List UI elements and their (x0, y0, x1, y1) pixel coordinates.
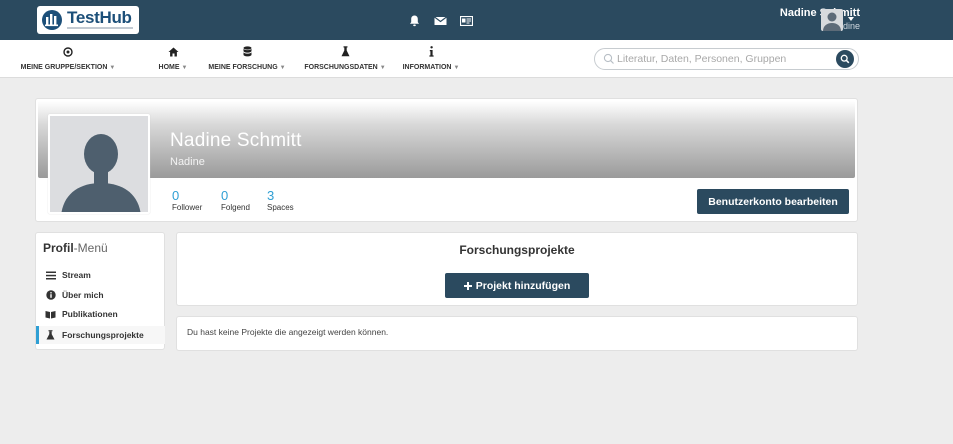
main-nav: MEINE GRUPPE/SEKTION ▼ HOME ▼ MEINE FORS… (0, 40, 953, 78)
menu-title-rest: -Menü (73, 241, 108, 255)
info-icon (428, 46, 434, 57)
target-icon (63, 46, 73, 57)
list-icon (45, 270, 56, 281)
profile-banner (38, 101, 855, 178)
stat-value: 0 (172, 188, 180, 203)
menu-item-forschungsprojekte[interactable]: Forschungsprojekte (36, 326, 165, 344)
logo-text: TestHub (67, 8, 132, 27)
menu-item-publikationen[interactable]: Publikationen (36, 305, 165, 323)
search-input[interactable] (617, 51, 827, 67)
profile-name: Nadine Schmitt (170, 130, 302, 151)
logo[interactable]: TestHub (37, 6, 139, 34)
edit-account-button[interactable]: Benutzerkonto bearbeiten (697, 189, 849, 214)
user-silhouette-icon (50, 116, 148, 212)
profile-handle: Nadine (170, 156, 205, 168)
stat-label: Spaces (267, 203, 294, 212)
avatar[interactable] (821, 9, 843, 31)
caret-down-icon: ▼ (453, 65, 460, 71)
menu-item-stream[interactable]: Stream (36, 266, 165, 284)
add-project-button[interactable]: Projekt hinzufügen (445, 273, 589, 298)
nav-item-meine-forschung[interactable]: MEINE FORSCHUNG ▼ (203, 45, 291, 71)
user-handle: Nadine (831, 21, 860, 31)
id-card-icon[interactable] (456, 11, 476, 31)
caret-down-icon: ▼ (181, 65, 188, 71)
nav-item-label: MEINE FORSCHUNG (208, 64, 278, 71)
logo-mark-icon (42, 10, 62, 30)
menu-title-bold: Profil (43, 241, 74, 255)
book-icon (45, 309, 56, 320)
caret-down-icon: ▼ (279, 65, 286, 71)
nav-item-label: FORSCHUNGSDATEN (304, 64, 378, 71)
plus-icon (463, 281, 472, 290)
projects-panel: Forschungsprojekte Projekt hinzufügen (176, 232, 858, 306)
nav-item-label: INFORMATION (402, 64, 452, 71)
flask-icon (45, 330, 56, 341)
top-icons (404, 11, 476, 31)
chevron-down-icon[interactable] (848, 17, 854, 21)
stat-label: Folgend (221, 203, 250, 212)
stat-label: Follower (172, 203, 203, 212)
nav-item-home[interactable]: HOME ▼ (150, 45, 196, 71)
search-submit-icon (840, 54, 850, 64)
bell-icon[interactable] (404, 11, 424, 31)
flask-icon (341, 46, 349, 57)
caret-down-icon: ▼ (379, 65, 386, 71)
caret-down-icon: ▼ (109, 65, 116, 71)
mail-icon[interactable] (430, 11, 450, 31)
home-icon (168, 47, 178, 56)
nav-item-label: HOME (158, 64, 180, 71)
nav-item-forschungsdaten[interactable]: FORSCHUNGSDATEN ▼ (298, 45, 392, 71)
profile-menu-title: Profil-Menü (43, 241, 108, 255)
search-box (594, 48, 859, 70)
menu-item-label: Stream (62, 270, 91, 280)
profile-picture[interactable] (48, 114, 150, 214)
top-bar: TestHub Nadine Schmitt Nadine (0, 0, 953, 40)
info-circle-icon (45, 290, 56, 301)
projects-empty-state: Du hast keine Projekte die angezeigt wer… (176, 316, 858, 351)
search-icon (603, 53, 614, 64)
nav-item-meine-gruppe[interactable]: MEINE GRUPPE/SEKTION ▼ (8, 45, 128, 71)
menu-item-label: Über mich (62, 290, 104, 300)
menu-item-ueber-mich[interactable]: Über mich (36, 286, 165, 304)
logo-tagline-bar (67, 27, 133, 29)
projects-title: Forschungsprojekte (459, 243, 575, 257)
database-icon (243, 46, 251, 57)
menu-item-label: Publikationen (62, 309, 118, 319)
empty-message: Du hast keine Projekte die angezeigt wer… (187, 327, 389, 337)
stat-following[interactable]: 0 Folgend (221, 188, 250, 213)
stat-spaces[interactable]: 3 Spaces (267, 188, 294, 213)
nav-item-label: MEINE GRUPPE/SEKTION (20, 64, 108, 71)
stat-value: 0 (221, 188, 229, 203)
stat-value: 3 (267, 188, 275, 203)
profile-menu: Profil-Menü Stream Über mich Publikation… (35, 232, 165, 350)
add-project-label: Projekt hinzufügen (475, 279, 571, 292)
menu-item-label: Forschungsprojekte (62, 330, 144, 340)
nav-item-information[interactable]: INFORMATION ▼ (398, 45, 464, 71)
stat-followers[interactable]: 0 Follower (172, 188, 203, 213)
profile-header: Nadine Schmitt Nadine 0 Follower 0 Folge… (35, 98, 858, 222)
search-button[interactable] (836, 50, 854, 68)
